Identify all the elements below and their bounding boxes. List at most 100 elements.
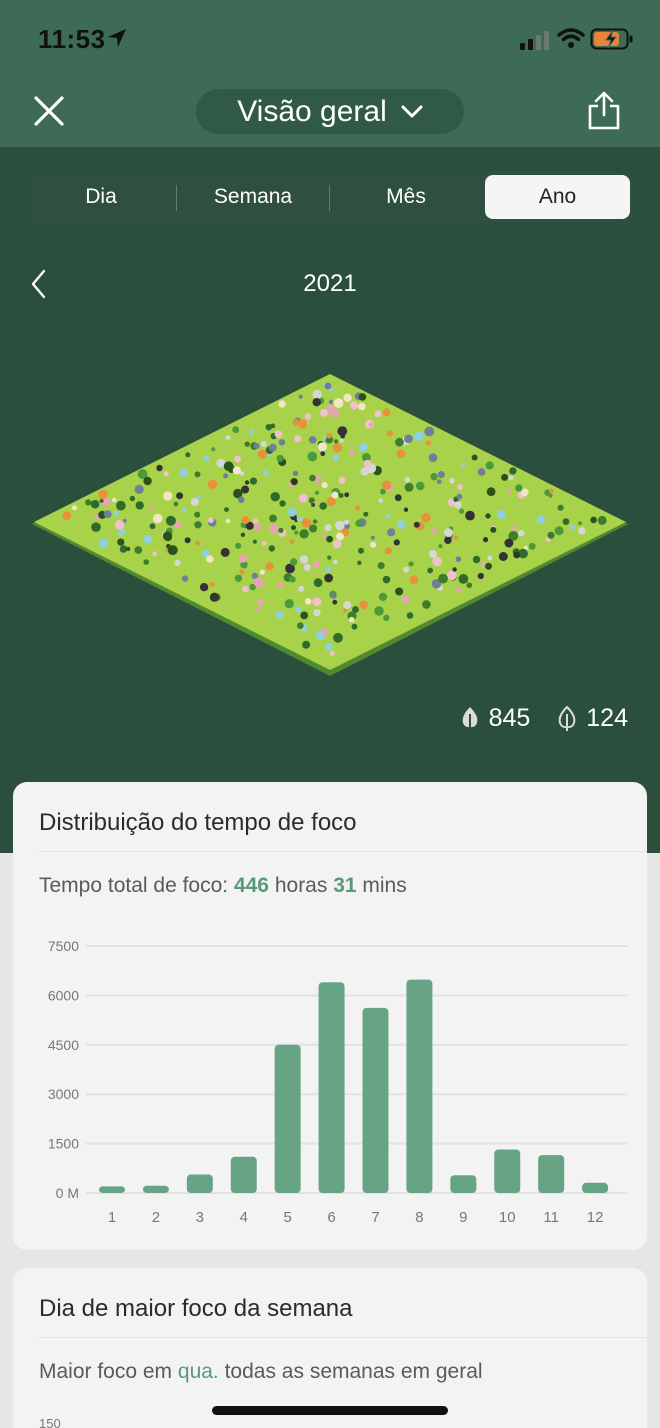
forest-tree: [358, 402, 366, 411]
forest-tree: [321, 481, 328, 489]
weekday-prefix: Maior foco em: [39, 1360, 178, 1383]
forest-tree: [249, 477, 258, 485]
forest-tree: [289, 576, 296, 583]
tab-year[interactable]: Ano: [485, 175, 630, 219]
forest-tree: [302, 640, 311, 649]
bar: [99, 1186, 125, 1193]
forest-tree: [206, 555, 214, 563]
forest-tree: [312, 389, 322, 400]
forest-tree: [225, 518, 231, 524]
forest-tree: [337, 426, 348, 436]
forest-tree: [444, 528, 453, 537]
weekday-focus-text: Maior foco em qua. todas as semanas em g…: [39, 1360, 483, 1384]
forest-tree: [422, 600, 431, 609]
forest-tree: [465, 510, 475, 521]
forest-tree: [498, 552, 508, 561]
y-tick-label: 1500: [48, 1136, 79, 1152]
y-tick-label: 7500: [48, 938, 79, 954]
forest-tree: [338, 476, 346, 484]
forest-tree: [578, 527, 586, 535]
forest-tree: [98, 538, 109, 548]
forest-tree: [344, 492, 350, 498]
forest-tree: [62, 511, 72, 520]
forest-tree: [253, 442, 260, 449]
bar: [450, 1175, 477, 1193]
forest-tree: [208, 517, 214, 523]
forest-tree: [296, 516, 303, 523]
y-tick-label: 150: [39, 1416, 61, 1428]
forest-tree: [98, 489, 108, 500]
forest-tree: [413, 521, 420, 528]
forest-tree: [262, 470, 269, 477]
forest-tree: [207, 479, 218, 489]
forest-tree: [194, 521, 202, 529]
forest-tree: [156, 464, 163, 472]
forest-tree: [408, 561, 414, 567]
tab-day[interactable]: Dia: [26, 175, 176, 219]
forest-tree: [511, 525, 517, 531]
forest-tree: [166, 543, 171, 549]
tab-month[interactable]: Mês: [331, 175, 481, 219]
close-icon[interactable]: [30, 92, 68, 130]
forest-tree: [176, 492, 184, 500]
forest-tree: [126, 546, 131, 551]
bar: [186, 1174, 213, 1193]
forest-tree: [394, 494, 402, 502]
forest-tree: [181, 508, 187, 513]
forest-tree: [312, 597, 322, 607]
forest-tree: [274, 430, 283, 438]
forest-tree: [430, 473, 438, 481]
forest-tree: [276, 454, 284, 462]
forest-tree: [404, 482, 414, 492]
forest-tree: [260, 441, 267, 447]
forest-tree: [194, 511, 201, 518]
forest-tree: [289, 539, 295, 544]
forest-tree: [455, 556, 462, 562]
y-tick-label: 4500: [48, 1037, 79, 1053]
forest-tree: [129, 495, 136, 502]
forest-tree: [348, 449, 355, 456]
forest-tree: [313, 578, 323, 588]
overview-dropdown[interactable]: Visão geral: [196, 89, 464, 134]
share-icon[interactable]: [586, 90, 622, 132]
bar: [406, 979, 433, 1193]
forest-tree: [330, 409, 340, 418]
forest-tree: [162, 531, 173, 541]
forest-tree: [114, 520, 125, 530]
weekday-focus-card: Dia de maior foco da semana Maior foco e…: [13, 1268, 647, 1428]
forest-tree: [548, 493, 553, 498]
forest-tree: [562, 518, 570, 525]
forest-tree: [370, 535, 375, 540]
forest-tree: [309, 474, 316, 482]
forest-tree: [235, 542, 242, 549]
forest-tree: [244, 480, 250, 485]
forest-tree: [459, 508, 465, 514]
segment-divider: [176, 185, 177, 211]
forest-tree: [143, 534, 153, 544]
forest-tree: [363, 511, 369, 517]
tab-week[interactable]: Semana: [178, 175, 328, 219]
forest-tree: [112, 510, 119, 517]
forest-tree: [320, 451, 326, 457]
forest-tree: [239, 569, 245, 575]
forest-tree: [549, 488, 554, 494]
forest-tree: [291, 525, 296, 531]
forest-tree: [209, 592, 219, 602]
forest-tree: [333, 632, 343, 643]
x-tick-label: 1: [108, 1209, 116, 1226]
forest-tree: [509, 467, 517, 475]
forest-tree: [437, 471, 445, 479]
forest-tree: [253, 523, 262, 531]
bar: [362, 1007, 389, 1193]
forest-tree: [242, 585, 249, 593]
forest-tree: [152, 551, 157, 556]
forest-tree: [358, 442, 368, 452]
forest-tree: [324, 524, 332, 532]
wifi-icon: [557, 28, 585, 48]
forest-tree: [298, 493, 308, 503]
forest-tree: [203, 455, 210, 462]
dead-tree-icon: [558, 705, 576, 731]
forest-tree: [515, 484, 523, 492]
forest-tree: [99, 498, 104, 503]
home-indicator: [212, 1406, 448, 1415]
